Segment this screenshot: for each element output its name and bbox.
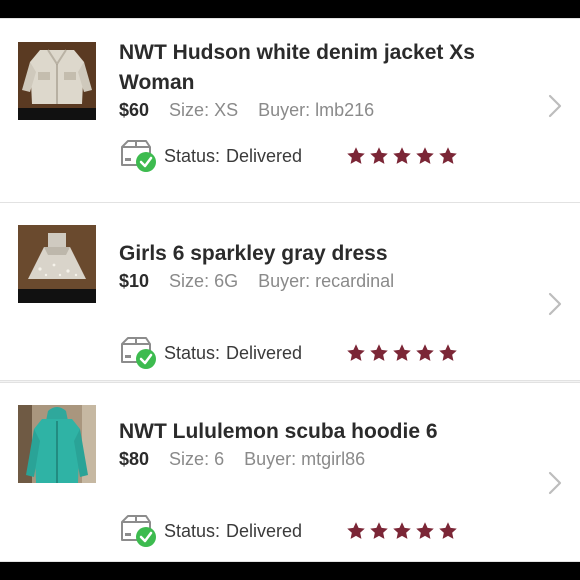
chevron-right-icon[interactable] xyxy=(548,471,562,495)
status-label: Status: xyxy=(164,343,221,363)
status-label: Status: xyxy=(164,146,221,166)
status-value: Delivered xyxy=(226,521,303,541)
star-icon xyxy=(439,344,457,361)
sold-items-screen: NWT Hudson white denim jacket Xs Woman $… xyxy=(0,18,580,562)
star-icon xyxy=(347,147,365,164)
rating-stars xyxy=(346,343,461,363)
listing-meta: $10 Size: 6G Buyer: recardinal xyxy=(119,269,394,293)
box-delivered-icon xyxy=(121,337,156,369)
teal-hoodie-photo xyxy=(18,405,96,483)
sold-listing-card[interactable]: NWT Lululemon scuba hoodie 6 $80 Size: 6 B… xyxy=(0,382,580,562)
star-icon xyxy=(393,147,411,164)
chevron-right-icon[interactable] xyxy=(548,292,562,316)
star-icon xyxy=(416,147,434,164)
box-delivered-icon xyxy=(121,515,156,547)
listing-thumbnail[interactable] xyxy=(18,405,96,483)
status-text: Status: Delivered xyxy=(164,341,302,365)
listing-price: $60 xyxy=(119,100,150,120)
box-delivered-icon xyxy=(121,140,156,172)
star-icon xyxy=(416,344,434,361)
star-icon xyxy=(370,147,388,164)
sold-listing-card[interactable]: Girls 6 sparkley gray dress $10 Size: 6G B… xyxy=(0,202,580,381)
listing-buyer: Buyer: recardinal xyxy=(258,271,395,291)
star-icon xyxy=(393,522,411,539)
star-icon xyxy=(370,522,388,539)
listing-buyer: Buyer: mtgirl86 xyxy=(244,449,366,469)
listing-price: $10 xyxy=(119,271,150,291)
listing-title[interactable]: Girls 6 sparkley gray dress xyxy=(119,239,539,269)
status-value: Delivered xyxy=(226,146,303,166)
chevron-right-icon[interactable] xyxy=(548,94,562,118)
white-denim-jacket-photo xyxy=(18,42,96,120)
star-icon xyxy=(347,344,365,361)
star-icon xyxy=(439,147,457,164)
listing-title[interactable]: NWT Hudson white denim jacket Xs Woman xyxy=(119,38,539,98)
sold-listing-card[interactable]: NWT Hudson white denim jacket Xs Woman $… xyxy=(0,18,580,203)
listing-thumbnail[interactable] xyxy=(18,225,96,303)
gray-dress-photo xyxy=(18,225,96,303)
status-text: Status: Delivered xyxy=(164,519,302,543)
listing-price: $80 xyxy=(119,449,150,469)
listing-size: Size: 6G xyxy=(169,271,239,291)
star-icon xyxy=(416,522,434,539)
listing-thumbnail[interactable] xyxy=(18,42,96,120)
listing-size: Size: XS xyxy=(169,100,239,120)
status-label: Status: xyxy=(164,521,221,541)
star-icon xyxy=(370,344,388,361)
listing-buyer: Buyer: lmb216 xyxy=(258,100,375,120)
star-icon xyxy=(439,522,457,539)
listing-title[interactable]: NWT Lululemon scuba hoodie 6 xyxy=(119,417,539,447)
status-value: Delivered xyxy=(226,343,303,363)
star-icon xyxy=(393,344,411,361)
listing-size: Size: 6 xyxy=(169,449,225,469)
status-text: Status: Delivered xyxy=(164,144,302,168)
star-icon xyxy=(347,522,365,539)
rating-stars xyxy=(346,521,461,541)
rating-stars xyxy=(346,146,461,166)
listing-meta: $60 Size: XS Buyer: lmb216 xyxy=(119,98,374,122)
listing-meta: $80 Size: 6 Buyer: mtgirl86 xyxy=(119,447,365,471)
